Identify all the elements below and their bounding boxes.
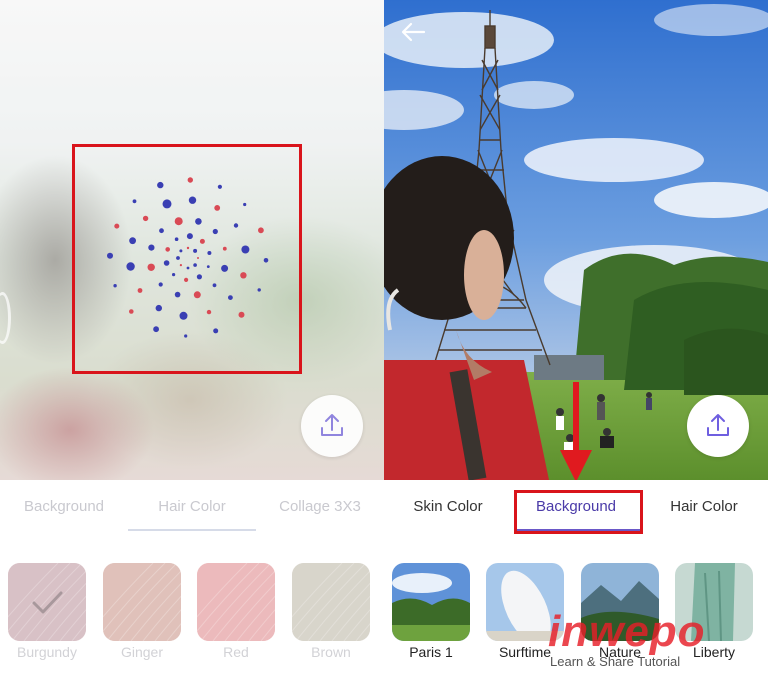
swatch-dim-overlay [197, 563, 275, 641]
annotation-highlight-box [72, 144, 302, 374]
watermark-logo: inwepo [548, 607, 706, 656]
tab-skin-color[interactable]: Skin Color [384, 498, 512, 515]
swatch-label-burgundy: Burgundy [17, 644, 77, 660]
swatch-dim-overlay [103, 563, 181, 641]
swatch-ginger[interactable] [103, 563, 181, 641]
tab-hair-color[interactable]: Hair Color [128, 498, 256, 515]
swatch-burgundy[interactable] [8, 563, 86, 641]
swatch-brown[interactable] [292, 563, 370, 641]
thumb-label-paris-1: Paris 1 [409, 644, 453, 660]
swatch-label-ginger: Ginger [120, 644, 164, 660]
watermark-tagline: Learn & Share Tutorial [550, 654, 681, 669]
hair-color-screen: Background Hair Color Collage 3X3 Burgun… [0, 0, 384, 683]
swatch-label-brown: Brown [311, 644, 351, 660]
thumb-image [392, 563, 470, 641]
annotation-highlight-box [514, 490, 643, 534]
share-button[interactable] [301, 395, 363, 457]
check-icon [32, 591, 63, 614]
back-button[interactable] [398, 18, 428, 51]
tab-background[interactable]: Background [0, 498, 128, 515]
swatch-label-red: Red [223, 644, 249, 660]
swatch-dim-overlay [292, 563, 370, 641]
background-screen: Skin Color Background Hair Color Paris 1… [384, 0, 768, 683]
hair-color-swatches: Burgundy Ginger Red Brown [0, 560, 384, 683]
watermark: inwepo Learn & Share Tutorial [548, 607, 768, 677]
arrow-left-icon [401, 22, 426, 42]
active-tab-indicator [128, 529, 256, 531]
swatch-red[interactable] [197, 563, 275, 641]
thumb-paris-1[interactable] [392, 563, 470, 641]
upload-icon [321, 414, 343, 436]
upload-icon [707, 414, 729, 436]
feature-tabs: Background Hair Color Collage 3X3 [0, 480, 384, 540]
tab-collage[interactable]: Collage 3X3 [256, 498, 384, 515]
share-button[interactable] [687, 395, 749, 457]
tab-hair-color[interactable]: Hair Color [640, 498, 768, 515]
